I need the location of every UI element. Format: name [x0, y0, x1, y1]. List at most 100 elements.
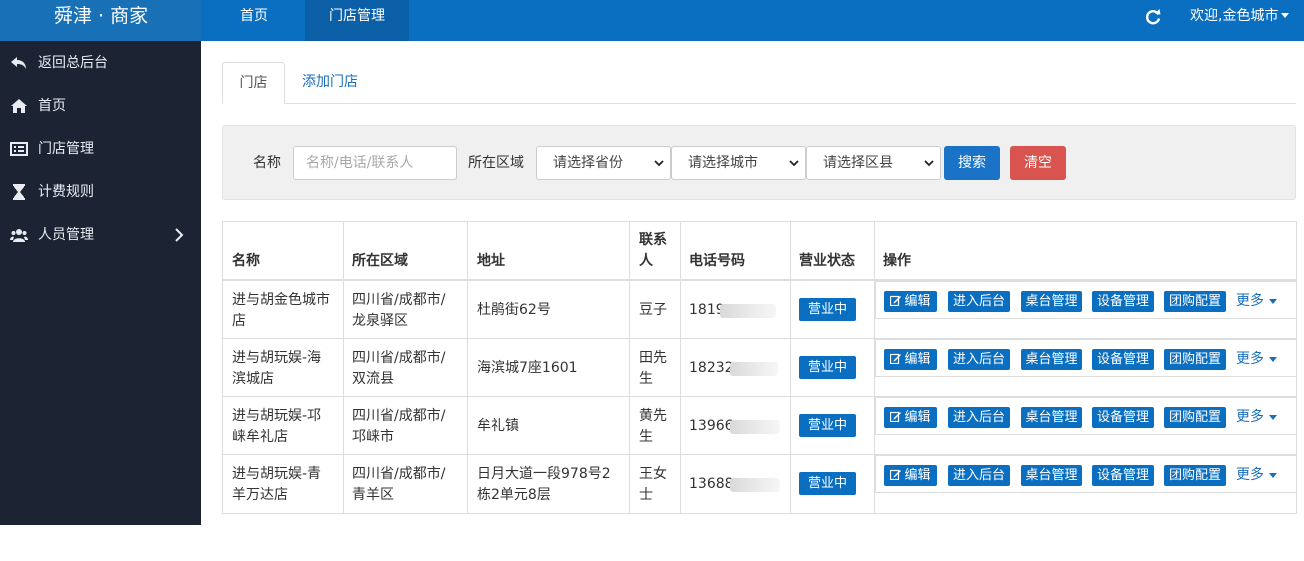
store-phone: 18232: [689, 360, 734, 376]
store-address: 海滨城7座1601: [477, 360, 578, 376]
edit-button[interactable]: 编辑: [884, 465, 937, 486]
tab-add-store[interactable]: 添加门店: [302, 62, 358, 104]
chevron-down-icon: [924, 160, 934, 167]
group-buy-config-button[interactable]: 团购配置: [1164, 407, 1226, 428]
group-buy-config-button[interactable]: 团购配置: [1164, 465, 1226, 486]
actions-cell: 编辑 进入后台 桌台管理 设备管理 团购配置 更多: [875, 455, 1297, 493]
header-actions: 操作: [883, 253, 911, 269]
city-select-value: 请选择城市: [688, 155, 758, 171]
brand-logo[interactable]: 舜津 · 商家: [0, 0, 201, 41]
header-contact-line2: 人: [639, 253, 653, 269]
store-table: 名称 所在区域 地址 联系 人 电话号码 营业状态 操作 进与胡金色城市 店 四…: [222, 221, 1297, 514]
province-select-value: 请选择省份: [553, 155, 623, 171]
sidebar-item-label: 人员管理: [38, 227, 94, 243]
store-name-line1: 进与胡玩娱-海: [232, 350, 322, 366]
nav-store-management[interactable]: 门店管理: [305, 0, 409, 41]
store-contact-line1: 王女: [639, 466, 667, 482]
grid-line: [467, 222, 468, 514]
store-region-line2: 龙泉驿区: [352, 313, 408, 329]
province-select[interactable]: 请选择省份: [536, 146, 671, 180]
group-buy-config-button[interactable]: 团购配置: [1164, 291, 1226, 312]
city-select[interactable]: 请选择城市: [671, 146, 806, 180]
redacted-blur: [720, 304, 776, 318]
user-menu[interactable]: 欢迎,金色城市: [1190, 0, 1290, 41]
hourglass-icon: [13, 184, 25, 200]
tab-store[interactable]: 门店: [222, 62, 285, 104]
refresh-icon[interactable]: [1143, 7, 1163, 27]
store-address: 杜鹃街62号: [477, 302, 551, 318]
store-region-line1: 四川省/成都市/: [352, 292, 446, 308]
search-button[interactable]: 搜索: [944, 146, 1000, 180]
store-contact-line1: 田先: [639, 350, 667, 366]
actions-cell: 编辑 进入后台 桌台管理 设备管理 团购配置 更多: [875, 397, 1297, 435]
caret-down-icon: [1269, 298, 1277, 304]
device-management-button[interactable]: 设备管理: [1092, 349, 1154, 370]
table-management-button[interactable]: 桌台管理: [1021, 349, 1082, 370]
chevron-down-icon: [654, 160, 664, 167]
more-label: 更多: [1236, 351, 1264, 367]
more-dropdown[interactable]: 更多: [1236, 349, 1277, 370]
store-region-line1: 四川省/成都市/: [352, 466, 446, 482]
store-address-line1: 日月大道一段978号2: [477, 466, 611, 482]
sidebar-item-label: 返回总后台: [38, 55, 108, 71]
store-name-line2: 滨城店: [232, 371, 274, 387]
store-phone: 13688: [689, 476, 734, 492]
more-dropdown[interactable]: 更多: [1236, 291, 1277, 312]
clear-button[interactable]: 清空: [1010, 146, 1066, 180]
device-management-button[interactable]: 设备管理: [1092, 291, 1154, 312]
store-tabs: 门店 添加门店: [222, 62, 1296, 104]
edit-button[interactable]: 编辑: [884, 407, 937, 428]
sidebar-item-billing-rules[interactable]: 计费规则: [0, 174, 201, 210]
edit-icon: [890, 353, 902, 364]
store-region-line2: 邛崃市: [352, 429, 394, 445]
redacted-blur: [730, 362, 778, 376]
edit-label: 编辑: [904, 352, 931, 367]
caret-down-icon: [1269, 414, 1277, 420]
sidebar-item-home[interactable]: 首页: [0, 88, 201, 124]
edit-label: 编辑: [904, 468, 931, 483]
group-buy-config-button[interactable]: 团购配置: [1164, 349, 1226, 370]
more-dropdown[interactable]: 更多: [1236, 465, 1277, 486]
header-address: 地址: [477, 253, 505, 269]
device-management-button[interactable]: 设备管理: [1092, 465, 1154, 486]
enter-backend-button[interactable]: 进入后台: [948, 349, 1010, 370]
sidebar-item-store-management[interactable]: 门店管理: [0, 131, 201, 167]
edit-label: 编辑: [904, 410, 931, 425]
status-badge: 营业中: [799, 298, 856, 321]
sidebar-item-back[interactable]: 返回总后台: [0, 45, 201, 81]
store-contact-line2: 生: [639, 429, 653, 445]
search-panel: 名称 所在区域 请选择省份 请选择城市 请选择区县 搜索 清空: [222, 125, 1296, 200]
store-contact-line1: 黄先: [639, 408, 667, 424]
more-label: 更多: [1236, 467, 1264, 483]
device-management-button[interactable]: 设备管理: [1092, 407, 1154, 428]
edit-icon: [890, 295, 902, 306]
welcome-text: 欢迎,金色城市: [1190, 8, 1279, 24]
edit-icon: [890, 469, 902, 480]
store-name-line1: 进与胡金色城市: [232, 292, 330, 308]
table-management-button[interactable]: 桌台管理: [1021, 291, 1082, 312]
store-contact: 豆子: [639, 302, 667, 318]
status-badge: 营业中: [799, 472, 856, 495]
edit-button[interactable]: 编辑: [884, 291, 937, 312]
table-management-button[interactable]: 桌台管理: [1021, 465, 1082, 486]
status-badge: 营业中: [799, 414, 856, 437]
list-icon: [10, 142, 28, 156]
store-name-line1: 进与胡玩娱-青: [232, 466, 322, 482]
more-dropdown[interactable]: 更多: [1236, 407, 1277, 428]
caret-down-icon: [1281, 12, 1290, 18]
district-select-value: 请选择区县: [823, 155, 893, 171]
enter-backend-button[interactable]: 进入后台: [948, 407, 1010, 428]
nav-home[interactable]: 首页: [217, 0, 291, 41]
sidebar-item-label: 首页: [38, 98, 66, 114]
store-contact-line2: 士: [639, 487, 653, 503]
redacted-blur: [730, 420, 780, 434]
table-management-button[interactable]: 桌台管理: [1021, 407, 1082, 428]
enter-backend-button[interactable]: 进入后台: [948, 465, 1010, 486]
edit-button[interactable]: 编辑: [884, 349, 937, 370]
enter-backend-button[interactable]: 进入后台: [948, 291, 1010, 312]
district-select[interactable]: 请选择区县: [806, 146, 941, 180]
search-input[interactable]: [293, 146, 457, 180]
home-icon: [11, 99, 27, 113]
sidebar-item-staff-management[interactable]: 人员管理: [0, 217, 201, 253]
store-region-line2: 青羊区: [352, 487, 394, 503]
